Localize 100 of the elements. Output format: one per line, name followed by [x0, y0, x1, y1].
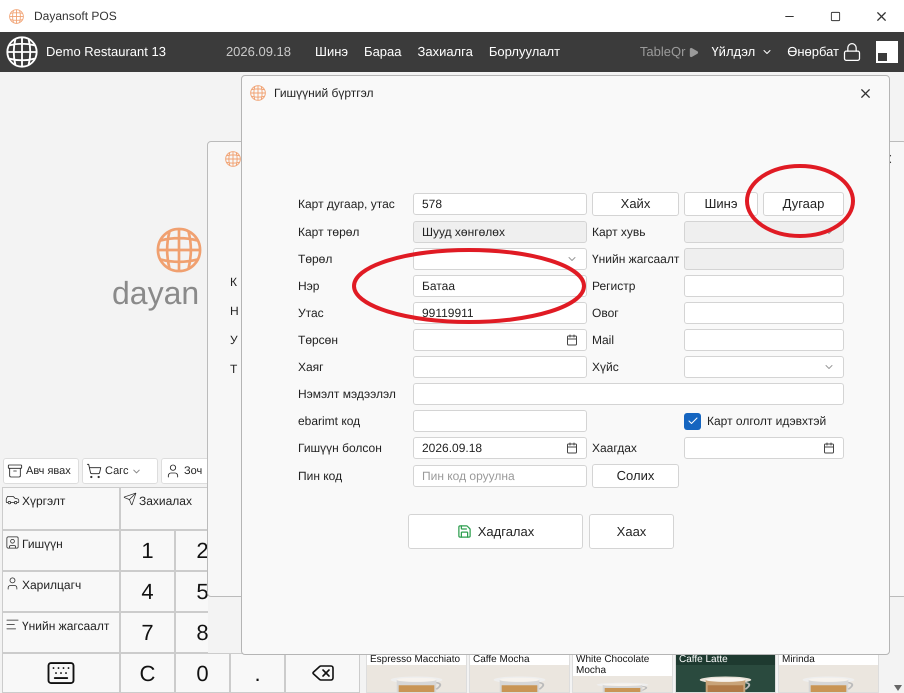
- box-icon: [7, 463, 23, 479]
- keypad-key[interactable]: 7: [120, 612, 175, 653]
- actions-menu[interactable]: Үйлдэл: [711, 42, 774, 62]
- side-menu-cell[interactable]: Харилцагч: [2, 571, 120, 612]
- keypad-key[interactable]: 4: [120, 571, 175, 612]
- field-label: Хүйс: [592, 359, 620, 376]
- keyboard-key[interactable]: [2, 653, 120, 693]
- product-name: White Chocolate Mocha: [575, 654, 650, 676]
- select-field[interactable]: [684, 356, 844, 378]
- restaurant-logo-icon: [6, 36, 38, 68]
- keypad-key[interactable]: 1: [120, 530, 175, 571]
- product-tile[interactable]: Espresso Macchiato: [366, 653, 467, 693]
- field-label: Карт хувь: [592, 224, 647, 241]
- order-cell[interactable]: Захиалах: [120, 487, 208, 530]
- brand-logo-text: dayan: [112, 274, 200, 313]
- close-button[interactable]: Хаах: [589, 514, 674, 549]
- field-label: Т: [230, 361, 238, 378]
- menu-item[interactable]: Захиалга: [417, 42, 473, 62]
- maximize-icon[interactable]: [830, 10, 840, 22]
- input-field[interactable]: [684, 302, 844, 324]
- side-menu-cell[interactable]: Гишүүн: [2, 530, 120, 571]
- field-label: Утас: [298, 305, 325, 322]
- new-button[interactable]: Шинэ: [684, 192, 758, 216]
- user-button[interactable]: Өнөрбат: [787, 42, 862, 62]
- field-label: Пин код: [298, 468, 344, 485]
- change-button[interactable]: Солих: [592, 464, 679, 488]
- menu-item[interactable]: Шинэ: [315, 42, 348, 62]
- product-tile[interactable]: Mirinda: [778, 653, 879, 693]
- keypad-key[interactable]: 8: [175, 612, 208, 653]
- input-field[interactable]: [413, 356, 587, 378]
- input-field[interactable]: Батаа: [413, 275, 587, 297]
- product-tile[interactable]: Caffe Latte: [675, 653, 776, 693]
- lock-icon: [842, 42, 862, 62]
- menu-item[interactable]: Борлуулалт: [488, 42, 560, 62]
- brand-logo-icon: [156, 227, 202, 273]
- date-field[interactable]: [684, 437, 844, 459]
- side-menu-cell[interactable]: Үнийн жагсаалт: [2, 612, 120, 653]
- product-name: Mirinda: [781, 654, 816, 665]
- cart-icon: [86, 463, 102, 479]
- calendar-icon: [566, 442, 578, 454]
- keypad-key[interactable]: 2: [175, 530, 208, 571]
- menu-item[interactable]: Бараа: [364, 42, 402, 62]
- field-label: Н: [230, 303, 239, 320]
- window-layout-icon: [876, 41, 898, 63]
- product-tile[interactable]: White Chocolate Mocha: [572, 653, 673, 693]
- input-field[interactable]: [684, 248, 844, 270]
- field-label: Карт дугаар, утас: [298, 196, 396, 213]
- calendar-icon: [823, 442, 835, 454]
- field-label: Гишүүн болсон: [298, 440, 383, 457]
- restaurant-name: Demo Restaurant 13: [46, 43, 166, 62]
- field-label: Овог: [592, 305, 620, 322]
- field-label: ebarimt код: [298, 413, 362, 430]
- field-label: Хаяг: [298, 359, 325, 376]
- save-button[interactable]: Хадгалах: [408, 514, 583, 549]
- number-button[interactable]: Дугаар: [763, 192, 844, 216]
- order-type-button[interactable]: Зоч: [161, 458, 208, 484]
- field-label: Регистр: [592, 278, 636, 295]
- input-field[interactable]: 578: [413, 193, 587, 215]
- save-icon: [456, 524, 472, 539]
- dialog-title: Гишүүний бүртгэл: [274, 85, 374, 102]
- field-label: Карт төрөл: [298, 224, 360, 241]
- input-field[interactable]: [413, 410, 587, 432]
- search-button[interactable]: Хайх: [592, 192, 679, 216]
- side-menu-cell[interactable]: Хүргэлт: [2, 487, 120, 530]
- product-name: Caffe Mocha: [472, 654, 531, 665]
- input-field[interactable]: [684, 329, 844, 351]
- field-label: Mail: [592, 332, 616, 349]
- date-text: 2026.09.18: [226, 43, 292, 62]
- input-field[interactable]: Пин код оруулна: [413, 465, 587, 487]
- app-logo-icon: [9, 8, 24, 24]
- field-label: Төрсөн: [298, 332, 339, 349]
- member-card-icon: [5, 535, 20, 550]
- date-field[interactable]: 2026.09.18: [413, 437, 587, 459]
- order-type-button[interactable]: Авч явах: [3, 458, 79, 484]
- field-label: Үнийн жагсаалт: [592, 251, 679, 268]
- keypad-key[interactable]: .: [230, 653, 285, 693]
- keypad-key[interactable]: 0: [175, 653, 230, 693]
- field-label: Нэр: [298, 278, 320, 295]
- keypad-key[interactable]: 5: [175, 571, 208, 612]
- input-field[interactable]: [684, 275, 844, 297]
- person-icon: [5, 576, 20, 591]
- window-title: Dayansoft POS: [34, 8, 117, 25]
- checkbox[interactable]: [684, 412, 701, 430]
- field-label: У: [230, 332, 238, 349]
- person-icon: [165, 463, 181, 479]
- order-type-button[interactable]: Сагс: [82, 458, 158, 484]
- dialog-logo-icon: [225, 151, 241, 167]
- play-icon: [688, 46, 700, 58]
- date-field[interactable]: [413, 329, 587, 351]
- input-field[interactable]: [413, 383, 844, 405]
- product-name: Espresso Macchiato: [369, 654, 462, 665]
- product-name: Caffe Latte: [678, 654, 729, 665]
- keypad-key[interactable]: C: [120, 653, 175, 693]
- input-field[interactable]: Шууд хөнгөлөх: [413, 221, 587, 243]
- backspace-key[interactable]: [285, 653, 360, 693]
- send-icon: [123, 492, 137, 506]
- field-label: К: [230, 274, 237, 291]
- scroll-down-icon: [894, 685, 902, 691]
- check-icon: [686, 415, 698, 427]
- product-tile[interactable]: Caffe Mocha: [469, 653, 570, 693]
